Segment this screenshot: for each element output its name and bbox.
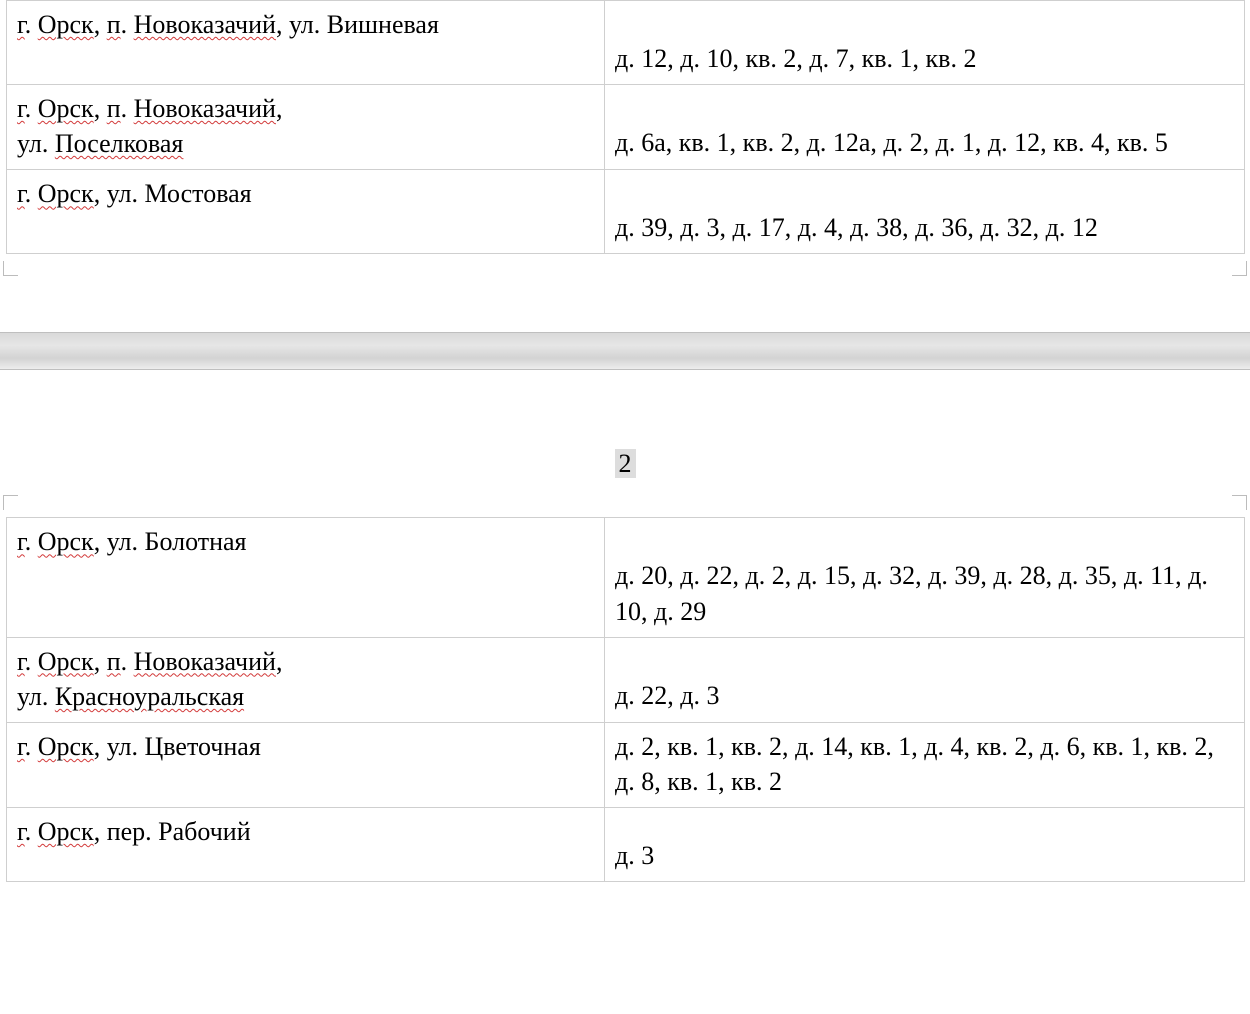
document-sheet: г. Орск, п. Новоказачий, ул. Вишневаяд. … <box>0 0 1250 882</box>
page-corner-marks <box>0 254 1250 282</box>
address-cell: г. Орск, п. Новоказачий,ул. Поселковая <box>7 85 605 170</box>
details-cell: д. 2, кв. 1, кв. 2, д. 14, кв. 1, д. 4, … <box>605 722 1245 807</box>
table-row: г. Орск, пер. Рабочийд. 3 <box>7 808 1245 882</box>
table-row: г. Орск, п. Новоказачий,ул. Поселковаяд.… <box>7 85 1245 170</box>
address-table-page-2: г. Орск, ул. Болотнаяд. 20, д. 22, д. 2,… <box>6 517 1245 882</box>
page-corner-marks <box>0 489 1250 517</box>
details-cell: д. 6а, кв. 1, кв. 2, д. 12а, д. 2, д. 1,… <box>605 85 1245 170</box>
address-cell: г. Орск, п. Новоказачий,ул. Красноуральс… <box>7 637 605 722</box>
address-table-page-1: г. Орск, п. Новоказачий, ул. Вишневаяд. … <box>6 0 1245 254</box>
details-cell: д. 12, д. 10, кв. 2, д. 7, кв. 1, кв. 2 <box>605 1 1245 85</box>
address-cell: г. Орск, ул. Цветочная <box>7 722 605 807</box>
address-cell: г. Орск, ул. Болотная <box>7 518 605 637</box>
page-break <box>0 332 1250 370</box>
details-cell: д. 3 <box>605 808 1245 882</box>
address-cell: г. Орск, п. Новоказачий, ул. Вишневая <box>7 1 605 85</box>
table-row: г. Орск, п. Новоказачий, ул. Вишневаяд. … <box>7 1 1245 85</box>
address-cell: г. Орск, ул. Мостовая <box>7 170 605 254</box>
table-row: г. Орск, ул. Мостоваяд. 39, д. 3, д. 17,… <box>7 170 1245 254</box>
table-row: г. Орск, п. Новоказачий,ул. Красноуральс… <box>7 637 1245 722</box>
table-row: г. Орск, ул. Цветочнаяд. 2, кв. 1, кв. 2… <box>7 722 1245 807</box>
table-body-page-2: г. Орск, ул. Болотнаяд. 20, д. 22, д. 2,… <box>7 518 1245 882</box>
page-number: 2 <box>0 422 1250 489</box>
details-cell: д. 22, д. 3 <box>605 637 1245 722</box>
address-cell: г. Орск, пер. Рабочий <box>7 808 605 882</box>
page-number-value: 2 <box>615 449 636 478</box>
details-cell: д. 39, д. 3, д. 17, д. 4, д. 38, д. 36, … <box>605 170 1245 254</box>
table-body-page-1: г. Орск, п. Новоказачий, ул. Вишневаяд. … <box>7 1 1245 254</box>
details-cell: д. 20, д. 22, д. 2, д. 15, д. 32, д. 39,… <box>605 518 1245 637</box>
table-row: г. Орск, ул. Болотнаяд. 20, д. 22, д. 2,… <box>7 518 1245 637</box>
